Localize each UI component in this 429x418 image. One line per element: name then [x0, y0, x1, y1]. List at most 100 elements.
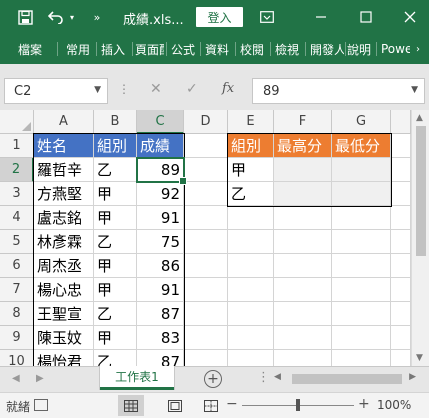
empty-cell[interactable] — [332, 278, 391, 302]
empty-cell[interactable] — [228, 254, 274, 278]
cell-score[interactable]: 92 — [137, 182, 184, 206]
empty-cell[interactable] — [391, 206, 411, 230]
tab-file[interactable]: 檔案 — [18, 34, 48, 64]
cancel-edit-icon[interactable]: ✕ — [150, 81, 162, 97]
previous-sheet-icon[interactable]: ◀ — [12, 373, 20, 384]
empty-cell[interactable] — [274, 278, 332, 302]
empty-cell[interactable] — [391, 230, 411, 254]
normal-view-button[interactable] — [118, 395, 144, 416]
empty-cell[interactable] — [184, 350, 228, 366]
page-layout-view-button[interactable] — [162, 395, 188, 416]
row-header-3[interactable]: 3 — [0, 182, 34, 206]
scroll-left-icon[interactable]: ◀ — [274, 372, 281, 382]
empty-cell[interactable] — [228, 302, 274, 326]
empty-cell[interactable] — [228, 326, 274, 350]
cell-score[interactable]: 86 — [137, 254, 184, 278]
minimize-icon[interactable] — [311, 0, 331, 34]
tab-page-layout[interactable]: 頁面配置 — [135, 34, 164, 64]
cell-group[interactable]: 乙 — [94, 302, 137, 326]
cell-group[interactable]: 乙 — [94, 350, 137, 366]
empty-cell[interactable] — [184, 158, 228, 182]
row-header-5[interactable]: 5 — [0, 230, 34, 254]
tab-power[interactable]: Power — [381, 34, 410, 64]
cell-score[interactable]: 83 — [137, 326, 184, 350]
cell-group[interactable]: 甲 — [94, 182, 137, 206]
tab-insert[interactable]: 插入 — [101, 34, 127, 64]
summary-cell-max[interactable] — [274, 158, 332, 182]
row-header-4[interactable]: 4 — [0, 206, 34, 230]
summary-cell-max[interactable] — [274, 182, 332, 206]
empty-cell[interactable] — [391, 134, 411, 158]
undo-dropdown-icon[interactable]: ▾ — [66, 0, 78, 34]
empty-cell[interactable] — [274, 302, 332, 326]
save-icon[interactable] — [14, 0, 36, 34]
add-sheet-button[interactable]: + — [204, 370, 222, 388]
maximize-icon[interactable] — [356, 0, 376, 34]
column-header-b[interactable]: B — [94, 110, 137, 134]
empty-cell[interactable] — [332, 230, 391, 254]
scroll-down-icon[interactable]: ▼ — [416, 353, 423, 363]
summary-cell-min[interactable] — [332, 158, 391, 182]
empty-cell[interactable] — [274, 254, 332, 278]
column-header-g[interactable]: G — [332, 110, 391, 134]
tab-data[interactable]: 資料 — [205, 34, 231, 64]
enter-edit-icon[interactable]: ✓ — [186, 81, 198, 97]
header-cell-name[interactable]: 姓名 — [34, 134, 94, 158]
empty-cell[interactable] — [228, 230, 274, 254]
more-commands-icon[interactable]: » — [90, 0, 104, 34]
cell-name[interactable]: 周杰丞 — [34, 254, 94, 278]
empty-cell[interactable] — [391, 350, 411, 366]
empty-cell[interactable] — [184, 182, 228, 206]
cell-name[interactable]: 王聖宣 — [34, 302, 94, 326]
empty-cell[interactable] — [332, 254, 391, 278]
empty-cell[interactable] — [391, 254, 411, 278]
zoom-slider-thumb[interactable] — [296, 399, 300, 411]
empty-cell[interactable] — [391, 278, 411, 302]
cell-score[interactable]: 91 — [137, 278, 184, 302]
page-break-view-button[interactable] — [198, 395, 224, 416]
summary-cell-group[interactable]: 甲 — [228, 158, 274, 182]
tab-view[interactable]: 檢視 — [275, 34, 301, 64]
column-header-d[interactable]: D — [184, 110, 228, 134]
formula-input[interactable]: 89 ▼ — [252, 78, 425, 104]
ribbon-display-options-icon[interactable] — [257, 0, 277, 34]
cell-name[interactable]: 林彥霖 — [34, 230, 94, 254]
row-header-1[interactable]: 1 — [0, 134, 34, 158]
vertical-scrollbar[interactable]: ▲ ▼ — [411, 110, 429, 366]
zoom-level[interactable]: 100% — [377, 398, 411, 412]
cell-name[interactable]: 楊心忠 — [34, 278, 94, 302]
active-cell-selection[interactable] — [136, 157, 187, 185]
cell-group[interactable]: 甲 — [94, 254, 137, 278]
empty-cell[interactable] — [274, 230, 332, 254]
cell-name[interactable]: 楊怡君 — [34, 350, 94, 366]
next-sheet-icon[interactable]: ▶ — [36, 373, 44, 384]
name-box[interactable]: C2 ▼ — [4, 78, 108, 104]
cell-name[interactable]: 方燕堅 — [34, 182, 94, 206]
empty-cell[interactable] — [228, 206, 274, 230]
row-header-9[interactable]: 9 — [0, 326, 34, 350]
empty-cell[interactable] — [184, 230, 228, 254]
empty-cell[interactable] — [228, 350, 274, 366]
horizontal-scrollbar[interactable]: ◀ ▶ — [270, 372, 420, 386]
column-header-e[interactable]: E — [228, 110, 274, 134]
summary-cell-min[interactable] — [332, 182, 391, 206]
tab-help[interactable]: 說明 — [347, 34, 373, 64]
tab-formulas[interactable]: 公式 — [171, 34, 197, 64]
summary-header-group[interactable]: 組別 — [228, 134, 274, 158]
empty-cell[interactable] — [184, 278, 228, 302]
horizontal-scroll-thumb[interactable] — [292, 374, 402, 384]
empty-cell[interactable] — [391, 182, 411, 206]
row-header-8[interactable]: 8 — [0, 302, 34, 326]
column-header-f[interactable]: F — [274, 110, 332, 134]
tab-developer[interactable]: 開發人員 — [310, 34, 344, 64]
login-button[interactable]: 登入 — [196, 7, 243, 27]
cell-group[interactable]: 甲 — [94, 278, 137, 302]
summary-cell-group[interactable]: 乙 — [228, 182, 274, 206]
formula-bar-resize-handle[interactable]: ⋮ — [118, 82, 130, 96]
tab-split-handle-icon[interactable]: ⋮ — [257, 370, 270, 385]
empty-cell[interactable] — [228, 278, 274, 302]
cell-name[interactable]: 羅哲辛 — [34, 158, 94, 182]
undo-icon[interactable] — [46, 0, 66, 34]
ribbon-scroll-right-icon[interactable]: › — [416, 34, 426, 64]
row-header-10[interactable]: 10 — [0, 350, 34, 366]
